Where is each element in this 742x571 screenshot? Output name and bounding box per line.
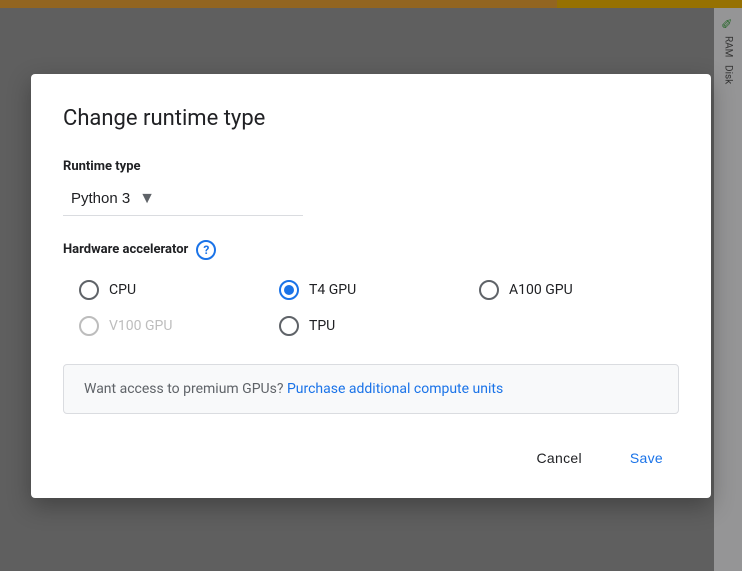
- radio-cpu[interactable]: [79, 280, 99, 300]
- help-icon[interactable]: ?: [196, 240, 216, 260]
- save-button[interactable]: Save: [614, 442, 679, 474]
- radio-label-cpu: CPU: [109, 282, 136, 298]
- radio-item-v100gpu: V100 GPU: [79, 316, 279, 336]
- premium-notice-text: Want access to premium GPUs?: [84, 381, 283, 397]
- dialog-title: Change runtime type: [63, 106, 679, 131]
- radio-item-t4gpu[interactable]: T4 GPU: [279, 280, 479, 300]
- change-runtime-dialog: Change runtime type Runtime type Python …: [31, 74, 711, 498]
- hw-accelerator-label: Hardware accelerator: [63, 242, 188, 257]
- runtime-divider: [63, 215, 303, 216]
- radio-item-cpu[interactable]: CPU: [79, 280, 279, 300]
- radio-a100gpu[interactable]: [479, 280, 499, 300]
- runtime-type-select[interactable]: Python 3 Python 2: [63, 186, 163, 211]
- radio-item-tpu[interactable]: TPU: [279, 316, 479, 336]
- premium-link[interactable]: Purchase additional compute units: [287, 381, 503, 397]
- runtime-select-wrapper[interactable]: Python 3 Python 2 ▼: [63, 186, 163, 211]
- radio-tpu[interactable]: [279, 316, 299, 336]
- dialog-actions: Cancel Save: [63, 442, 679, 474]
- radio-label-tpu: TPU: [309, 318, 335, 334]
- radio-label-v100gpu: V100 GPU: [109, 318, 172, 334]
- runtime-type-label: Runtime type: [63, 159, 679, 174]
- radio-label-t4gpu: T4 GPU: [309, 282, 356, 298]
- radio-t4gpu[interactable]: [279, 280, 299, 300]
- radio-item-a100gpu[interactable]: A100 GPU: [479, 280, 679, 300]
- hw-label-row: Hardware accelerator ?: [63, 240, 679, 260]
- overlay: Change runtime type Runtime type Python …: [0, 0, 742, 571]
- radio-v100gpu: [79, 316, 99, 336]
- premium-notice: Want access to premium GPUs? Purchase ad…: [63, 364, 679, 414]
- radio-label-a100gpu: A100 GPU: [509, 282, 573, 298]
- accelerator-options: CPU T4 GPU A100 GPU V100 GPU TPU: [63, 280, 679, 336]
- cancel-button[interactable]: Cancel: [520, 442, 597, 474]
